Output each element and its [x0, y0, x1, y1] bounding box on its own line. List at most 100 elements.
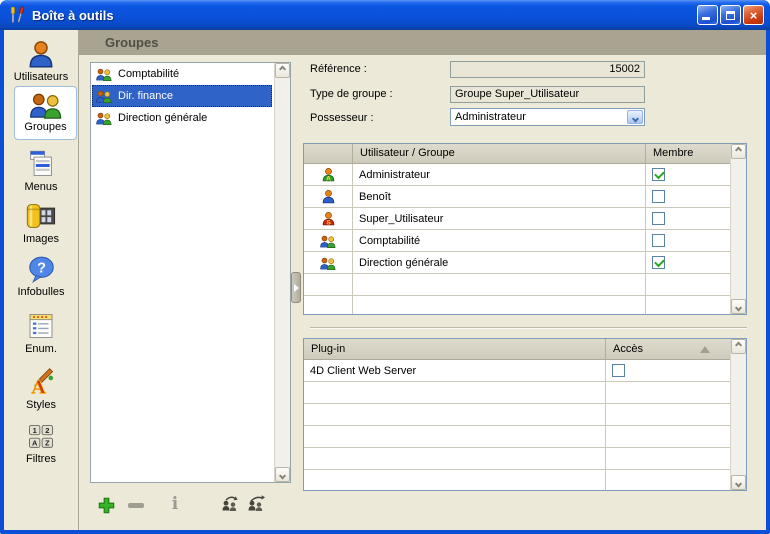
- name-column-header[interactable]: Utilisateur / Groupe: [352, 144, 645, 163]
- plugin-name: 4D Client Web Server: [304, 360, 605, 381]
- reference-label: Référence :: [310, 63, 367, 77]
- remove-group-button[interactable]: [127, 496, 145, 514]
- section-title: Groupes: [105, 35, 158, 50]
- group-list-item-selected[interactable]: Dir. finance: [92, 85, 272, 107]
- owner-value: Administrateur: [455, 111, 526, 123]
- plugins-table-header: Plug-in Accès: [304, 339, 730, 360]
- help-balloon-icon: [27, 255, 56, 284]
- plugins-table: Plug-in Accès 4D Client Web Server: [303, 338, 747, 491]
- users-import-icon: [221, 494, 241, 512]
- member-checkbox[interactable]: [652, 190, 665, 203]
- icon-column-header[interactable]: [304, 144, 352, 163]
- sidebar-item-label: Infobulles: [17, 286, 64, 298]
- chevron-up-icon: [279, 66, 286, 73]
- group-type-field[interactable]: Groupe Super_Utilisateur: [450, 86, 645, 103]
- plugin-column-header[interactable]: Plug-in: [304, 339, 605, 359]
- group-type-label: Type de groupe :: [310, 88, 393, 102]
- access-checkbox[interactable]: [612, 364, 625, 377]
- sidebar-item-utilisateurs[interactable]: Utilisateurs: [4, 36, 78, 83]
- group-name: Dir. finance: [118, 90, 173, 102]
- minimize-icon: [702, 17, 710, 20]
- film-icon: [25, 201, 57, 231]
- chevron-up-icon: [735, 147, 742, 154]
- group-name: Direction générale: [118, 112, 207, 124]
- member-row[interactable]: Super_Utilisateur: [304, 208, 730, 230]
- member-row[interactable]: Comptabilité: [304, 230, 730, 252]
- group-info-button[interactable]: i: [168, 494, 182, 514]
- sidebar-item-label: Styles: [26, 399, 56, 411]
- members-table-header: Utilisateur / Groupe Membre: [304, 144, 730, 164]
- close-icon: ×: [750, 9, 758, 22]
- access-column-header[interactable]: Accès: [605, 339, 730, 359]
- window-title: Boîte à outils: [32, 8, 114, 23]
- member-name: Benoît: [352, 186, 645, 207]
- member-checkbox[interactable]: [652, 168, 665, 181]
- group-list: Comptabilité Dir. finance Direction géné…: [90, 62, 291, 483]
- groups-icon: [319, 256, 337, 270]
- user-icon: [321, 189, 336, 204]
- owner-label: Possesseur :: [310, 112, 374, 126]
- sidebar-item-enum[interactable]: Enum.: [4, 308, 78, 355]
- member-row[interactable]: Direction générale: [304, 252, 730, 274]
- sidebar-item-groupes[interactable]: Groupes: [14, 86, 77, 140]
- members-table-scrollbar[interactable]: [730, 144, 746, 314]
- window-controls: ×: [697, 5, 764, 25]
- add-group-button[interactable]: [98, 497, 115, 514]
- chevron-down-icon: [735, 304, 742, 311]
- scroll-up-button[interactable]: [275, 63, 290, 78]
- member-name: Comptabilité: [352, 230, 645, 251]
- paintbrush-icon: [26, 367, 56, 397]
- empty-row: [304, 404, 730, 426]
- sort-ascending-icon[interactable]: [700, 346, 710, 353]
- member-checkbox[interactable]: [652, 212, 665, 225]
- owner-dropdown[interactable]: Administrateur: [450, 108, 645, 126]
- member-name: Direction générale: [352, 252, 645, 273]
- groups-icon: [319, 234, 337, 248]
- member-checkbox[interactable]: [652, 234, 665, 247]
- scroll-up-button[interactable]: [731, 339, 746, 354]
- toolbox-icon: [8, 6, 26, 24]
- group-list-item[interactable]: Direction générale: [92, 107, 272, 129]
- maximize-icon: [726, 11, 735, 20]
- member-row[interactable]: Benoît: [304, 186, 730, 208]
- groups-icon: [28, 90, 64, 119]
- scroll-down-button[interactable]: [731, 299, 746, 314]
- minus-icon: [128, 503, 144, 508]
- section-header: Groupes: [79, 30, 766, 55]
- title-bar[interactable]: Boîte à outils ×: [0, 0, 770, 30]
- chevron-down-icon: [279, 472, 286, 479]
- member-checkbox[interactable]: [652, 256, 665, 269]
- plugins-table-scrollbar[interactable]: [730, 339, 746, 490]
- group-list-scrollbar[interactable]: [274, 63, 290, 482]
- dropdown-button[interactable]: [627, 110, 643, 124]
- users-export-icon: [247, 494, 267, 512]
- sidebar-item-filtres[interactable]: Filtres: [4, 420, 78, 465]
- notepad-icon: [26, 311, 56, 341]
- close-button[interactable]: ×: [743, 5, 764, 25]
- maximize-button[interactable]: [720, 5, 741, 25]
- reference-field[interactable]: 15002: [450, 61, 645, 78]
- menus-icon: [26, 149, 56, 179]
- user-admin-icon: [321, 167, 336, 182]
- plus-icon: [98, 497, 115, 514]
- group-list-item[interactable]: Comptabilité: [92, 63, 272, 85]
- plugin-row[interactable]: 4D Client Web Server: [304, 360, 730, 382]
- sidebar-item-label: Enum.: [25, 343, 57, 355]
- minimize-button[interactable]: [697, 5, 718, 25]
- info-icon: i: [172, 496, 178, 513]
- groups-icon: [95, 67, 113, 81]
- scroll-down-button[interactable]: [731, 475, 746, 490]
- member-column-header[interactable]: Membre: [645, 144, 730, 163]
- load-groups-button[interactable]: [221, 494, 241, 512]
- sidebar-item-styles[interactable]: Styles: [4, 364, 78, 411]
- member-row[interactable]: Administrateur: [304, 164, 730, 186]
- sidebar-item-images[interactable]: Images: [4, 198, 78, 245]
- scroll-down-button[interactable]: [275, 467, 290, 482]
- chevron-up-icon: [735, 342, 742, 349]
- save-groups-button[interactable]: [247, 494, 267, 512]
- pane-splitter[interactable]: [291, 272, 301, 303]
- sidebar-item-menus[interactable]: Menus: [4, 146, 78, 193]
- sidebar-item-infobulles[interactable]: Infobulles: [4, 252, 78, 298]
- group-name: Comptabilité: [118, 68, 179, 80]
- scroll-up-button[interactable]: [731, 144, 746, 159]
